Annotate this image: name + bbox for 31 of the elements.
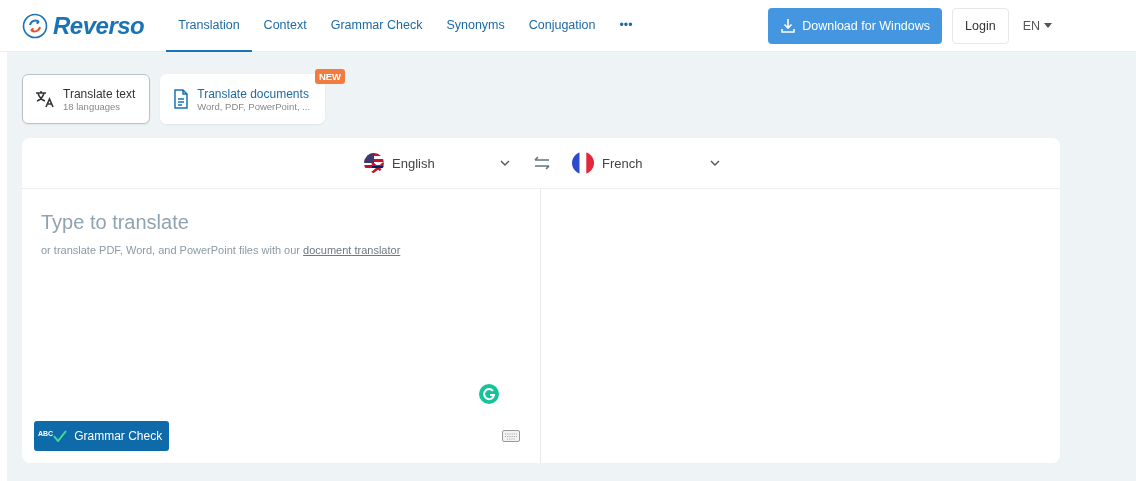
mode-title: Translate documents [197, 86, 310, 101]
hint-text: or translate PDF, Word, and PowerPoint files with our document translator [41, 244, 402, 256]
download-icon [780, 17, 797, 34]
document-translator-link[interactable]: document translator [303, 244, 401, 256]
logo-text[interactable]: Reverso [53, 11, 145, 40]
language-dropdown[interactable]: EN [1016, 17, 1058, 34]
nav-tab[interactable]: Conjugation [516, 0, 608, 52]
mode-tab[interactable]: Translate text 18 languages [22, 74, 151, 124]
grammarly-icon[interactable] [479, 384, 499, 404]
translate-icon [35, 89, 55, 109]
chevron-icon [500, 160, 510, 166]
source-language-select[interactable]: English [364, 153, 510, 173]
new-badge: NEW [314, 69, 346, 84]
target-language-select[interactable]: French [572, 152, 720, 174]
mode-subtitle: Word, PDF, PowerPoint, ... [197, 100, 311, 112]
nav-tab[interactable]: ••• [607, 0, 645, 52]
flag-icon [364, 153, 384, 173]
flag-icon [572, 152, 594, 174]
document-icon [173, 89, 190, 109]
login-button[interactable]: Login [952, 7, 1009, 44]
keyboard-icon[interactable] [502, 430, 520, 442]
chevron-icon [710, 160, 720, 166]
mode-title: Translate text [63, 86, 136, 101]
swap-icon[interactable] [534, 156, 550, 170]
caret-icon [1044, 23, 1052, 28]
nav-tab[interactable]: Grammar Check [318, 0, 435, 52]
logo-icon [22, 12, 48, 39]
nav-tab[interactable]: Context [251, 0, 319, 52]
mode-subtitle: 18 languages [63, 100, 122, 112]
nav-tab[interactable]: Synonyms [434, 0, 517, 52]
download-button[interactable]: Download for Windows [768, 7, 943, 44]
